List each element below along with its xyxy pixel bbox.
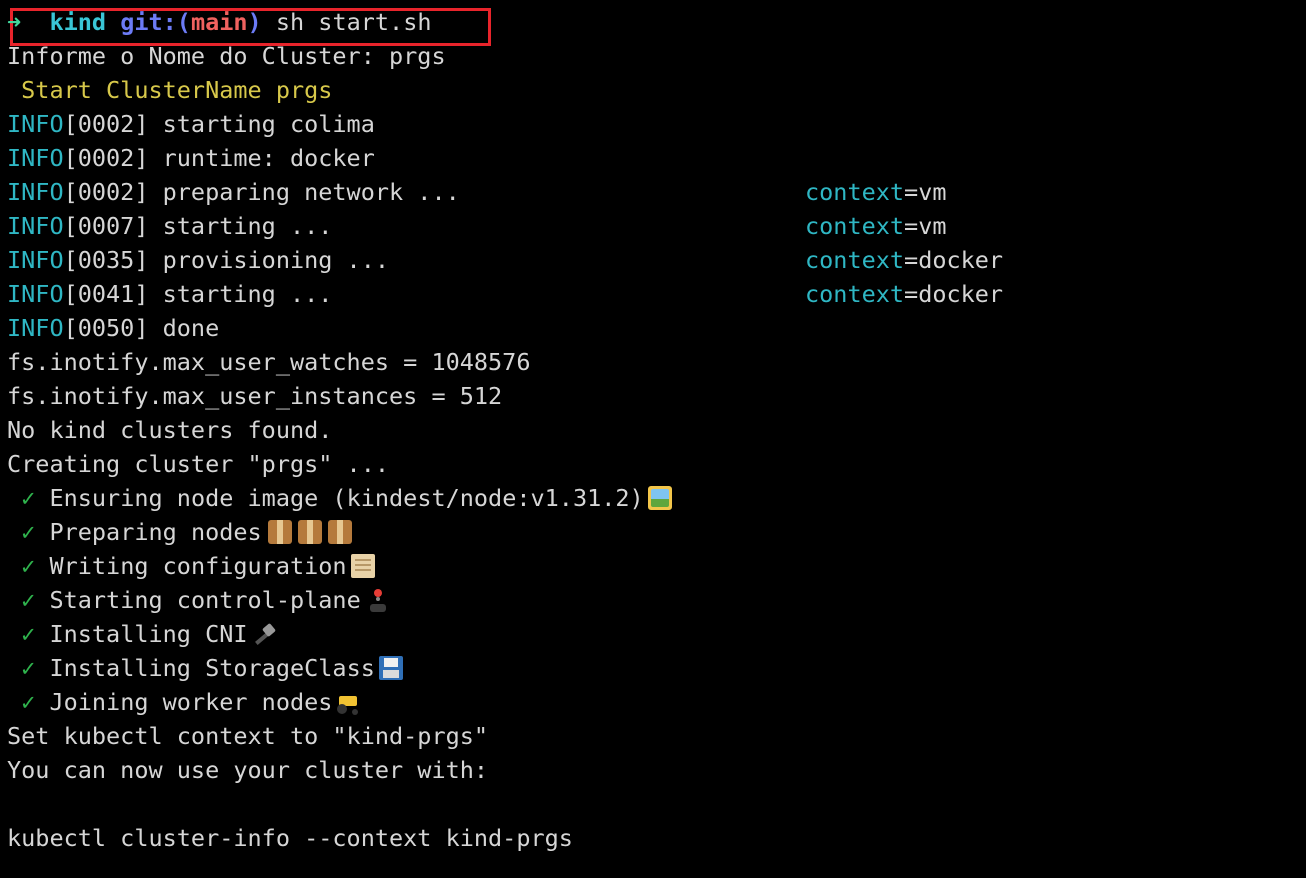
start-cluster-line: Start ClusterName prgs bbox=[7, 76, 333, 104]
step-line: ✓ Joining worker nodes bbox=[7, 685, 1297, 719]
step-text: Starting control-plane bbox=[35, 586, 361, 614]
log-message: starting ... bbox=[148, 212, 333, 240]
log-context: context=docker bbox=[805, 277, 1003, 311]
check-icon: ✓ bbox=[21, 518, 36, 546]
step-line: ✓ Writing configuration bbox=[7, 549, 1297, 583]
context-key: context bbox=[805, 178, 905, 206]
electric-plug-icon bbox=[252, 622, 276, 646]
log-level: INFO bbox=[7, 280, 64, 308]
log-level: INFO bbox=[7, 246, 64, 274]
log-time: [0041] bbox=[63, 280, 149, 308]
package-icon bbox=[297, 520, 322, 544]
check-icon: ✓ bbox=[21, 654, 36, 682]
context-value: =docker bbox=[904, 246, 1004, 274]
log-line: INFO[0041] starting ... context=docker bbox=[7, 277, 1297, 311]
log-message: provisioning ... bbox=[148, 246, 390, 274]
log-time: [0050] bbox=[63, 314, 149, 342]
log-context: context=vm bbox=[805, 175, 947, 209]
log-line: INFO[0035] provisioning ... context=docke… bbox=[7, 243, 1297, 277]
log-time: [0002] bbox=[63, 178, 149, 206]
framed-picture-icon bbox=[647, 486, 672, 510]
prompt-command: sh start.sh bbox=[275, 8, 432, 36]
check-icon: ✓ bbox=[21, 688, 36, 716]
terminal-window[interactable]: ➜ kind git:(main) sh start.sh Informe o … bbox=[7, 5, 1297, 855]
floppy-disk-icon bbox=[378, 656, 403, 680]
log-level: INFO bbox=[7, 178, 64, 206]
log-line: INFO[0002] preparing network ... context=… bbox=[7, 175, 1297, 209]
creating-cluster-line: Creating cluster "prgs" ... bbox=[7, 450, 390, 478]
check-icon: ✓ bbox=[21, 586, 36, 614]
context-key: context bbox=[805, 246, 905, 274]
log-line: INFO[0007] starting ... context=vm bbox=[7, 209, 1297, 243]
tractor-icon bbox=[336, 690, 360, 714]
context-value: =vm bbox=[904, 178, 947, 206]
step-text: Preparing nodes bbox=[35, 518, 262, 546]
log-message: preparing network ... bbox=[148, 178, 460, 206]
log-time: [0035] bbox=[63, 246, 149, 274]
no-clusters-line: No kind clusters found. bbox=[7, 416, 333, 444]
package-icon bbox=[267, 520, 292, 544]
prompt-line: ➜ kind git:(main) sh start.sh bbox=[7, 5, 1297, 39]
prompt-git-suffix: ) bbox=[247, 8, 262, 36]
kubectl-command-line[interactable]: kubectl cluster-info --context kind-prgs bbox=[7, 821, 1297, 855]
prompt-branch: main bbox=[190, 8, 248, 36]
context-key: context bbox=[805, 212, 905, 240]
context-value: =docker bbox=[904, 280, 1004, 308]
log-message: starting colima bbox=[148, 110, 375, 138]
log-line: INFO[0050] done bbox=[7, 311, 1297, 345]
joystick-icon bbox=[365, 588, 391, 612]
log-message: done bbox=[148, 314, 220, 342]
context-value: =vm bbox=[904, 212, 947, 240]
log-level: INFO bbox=[7, 110, 64, 138]
prompt-directory: kind bbox=[49, 8, 107, 36]
check-icon: ✓ bbox=[21, 552, 36, 580]
step-text: Joining worker nodes bbox=[35, 688, 333, 716]
step-line: ✓ Ensuring node image (kindest/node:v1.3… bbox=[7, 481, 1297, 515]
use-cluster-line: You can now use your cluster with: bbox=[7, 756, 489, 784]
prompt-arrow-icon: ➜ bbox=[7, 8, 22, 36]
scroll-icon bbox=[350, 554, 375, 578]
log-time: [0002] bbox=[63, 144, 149, 172]
prompt-git-prefix: git:( bbox=[120, 8, 191, 36]
log-time: [0002] bbox=[63, 110, 149, 138]
log-level: INFO bbox=[7, 212, 64, 240]
sysctl-instances-line: fs.inotify.max_user_instances = 512 bbox=[7, 382, 503, 410]
check-icon: ✓ bbox=[21, 484, 36, 512]
log-message: starting ... bbox=[148, 280, 333, 308]
step-line: ✓ Installing CNI bbox=[7, 617, 1297, 651]
step-text: Installing StorageClass bbox=[35, 654, 375, 682]
log-line: INFO[0002] starting colima bbox=[7, 107, 1297, 141]
step-line: ✓ Starting control-plane bbox=[7, 583, 1297, 617]
check-icon: ✓ bbox=[21, 620, 36, 648]
log-level: INFO bbox=[7, 144, 64, 172]
log-message: runtime: docker bbox=[148, 144, 375, 172]
step-text: Installing CNI bbox=[35, 620, 248, 648]
set-context-line: Set kubectl context to "kind-prgs" bbox=[7, 722, 489, 750]
cluster-name-prompt: Informe o Nome do Cluster: prgs bbox=[7, 42, 446, 70]
sysctl-watches-line: fs.inotify.max_user_watches = 1048576 bbox=[7, 348, 531, 376]
step-line: ✓ Installing StorageClass bbox=[7, 651, 1297, 685]
step-line: ✓ Preparing nodes bbox=[7, 515, 1297, 549]
step-text: Ensuring node image (kindest/node:v1.31.… bbox=[35, 484, 644, 512]
context-key: context bbox=[805, 280, 905, 308]
step-text: Writing configuration bbox=[35, 552, 347, 580]
log-line: INFO[0002] runtime: docker bbox=[7, 141, 1297, 175]
package-icon bbox=[327, 520, 352, 544]
log-level: INFO bbox=[7, 314, 64, 342]
log-context: context=vm bbox=[805, 209, 947, 243]
log-context: context=docker bbox=[805, 243, 1003, 277]
log-time: [0007] bbox=[63, 212, 149, 240]
